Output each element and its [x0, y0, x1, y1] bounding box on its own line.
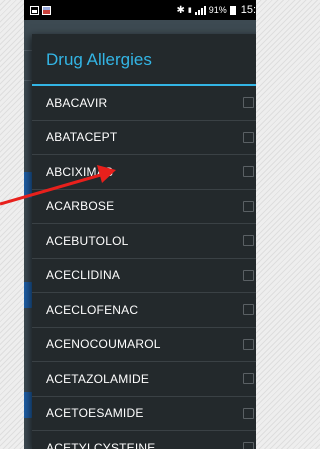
- checkbox-icon[interactable]: [243, 338, 254, 350]
- drug-list[interactable]: ABACAVIR ABATACEPT ABCIXIMAB ACARBOSE ACEBUT…: [32, 86, 256, 449]
- drug-name: ACEBUTOLOL: [46, 233, 129, 248]
- drug-allergies-dialog: Drug Allergies ABACAVIR ABATACEPT ABCIXIMA…: [32, 34, 256, 449]
- phone-screen: ✱ ▮ 91% 15: Drug Allergies ABACAVIR ABATA…: [24, 0, 256, 449]
- checkbox-icon[interactable]: [243, 166, 254, 178]
- checkbox-icon[interactable]: [243, 131, 254, 143]
- list-item[interactable]: ACARBOSE: [32, 190, 256, 224]
- drug-name: ACARBOSE: [46, 199, 115, 214]
- list-item[interactable]: ACETYLCYSTEINE: [32, 431, 256, 449]
- drug-name: ABACAVIR: [46, 95, 108, 110]
- checkbox-icon[interactable]: [243, 269, 254, 281]
- clock: 15:: [240, 4, 256, 16]
- battery-icon: [229, 5, 236, 15]
- sim-icon: ▮: [187, 7, 192, 14]
- list-item[interactable]: ABACAVIR: [32, 86, 256, 121]
- checkbox-icon[interactable]: [243, 373, 254, 385]
- list-item[interactable]: ACEBUTOLOL: [32, 224, 256, 259]
- list-item[interactable]: ACENOCOUMAROL: [32, 328, 256, 362]
- battery-level: 91%: [208, 5, 227, 15]
- list-item[interactable]: ACETOESAMIDE: [32, 397, 256, 431]
- checkbox-icon[interactable]: [243, 442, 254, 449]
- drug-name: ACETYLCYSTEINE: [46, 440, 156, 449]
- drug-name: ACETAZOLAMIDE: [46, 371, 150, 386]
- drug-name: ACETOESAMIDE: [46, 406, 144, 421]
- list-item[interactable]: ACECLOFENAC: [32, 293, 256, 328]
- checkbox-icon[interactable]: [243, 235, 254, 247]
- checkbox-icon[interactable]: [243, 407, 254, 419]
- drug-name: ACECLIDINA: [46, 268, 121, 283]
- list-item[interactable]: ACECLIDINA: [32, 259, 256, 293]
- screen-icon: [30, 5, 39, 15]
- drug-name: ABCIXIMAB: [46, 164, 114, 179]
- checkbox-icon[interactable]: [243, 200, 254, 212]
- list-item[interactable]: ABATACEPT: [32, 121, 256, 155]
- status-bar: ✱ ▮ 91% 15:: [24, 0, 256, 20]
- signal-icon: [194, 5, 206, 15]
- drug-name: ACENOCOUMAROL: [46, 337, 161, 352]
- image-icon: [42, 5, 51, 15]
- list-item[interactable]: ABCIXIMAB: [32, 155, 256, 190]
- bluetooth-icon: ✱: [176, 4, 185, 16]
- drug-name: ABATACEPT: [46, 130, 118, 145]
- checkbox-icon[interactable]: [243, 304, 254, 316]
- checkbox-icon[interactable]: [243, 97, 254, 109]
- drug-name: ACECLOFENAC: [46, 302, 139, 317]
- list-item[interactable]: ACETAZOLAMIDE: [32, 362, 256, 397]
- dialog-title: Drug Allergies: [32, 34, 256, 86]
